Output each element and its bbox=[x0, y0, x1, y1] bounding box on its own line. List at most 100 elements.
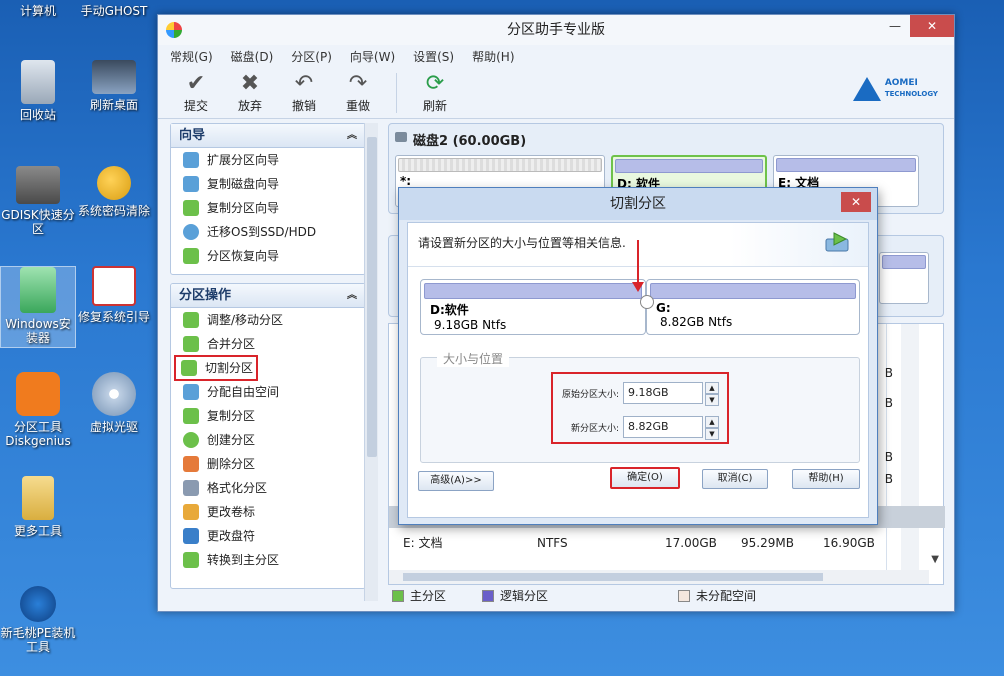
legend: 主分区 逻辑分区 未分配空间 bbox=[392, 587, 756, 604]
gdisk-icon bbox=[16, 166, 60, 204]
ok-button[interactable]: 确定(O) bbox=[610, 467, 680, 489]
menu-settings[interactable]: 设置(S) bbox=[413, 48, 454, 65]
sidebar-item-migrate-os[interactable]: 迁移OS到SSD/HDD bbox=[171, 220, 365, 244]
operations-section: 分区操作 ︽ 调整/移动分区 合并分区 切割分区 分配自由空间 复制分区 创建分… bbox=[170, 283, 366, 589]
original-size-input[interactable]: 9.18GB bbox=[623, 382, 703, 404]
letter-icon bbox=[183, 528, 199, 544]
desktop-icon-ghost[interactable]: 手动GHOST bbox=[76, 4, 152, 18]
partition-other[interactable] bbox=[879, 252, 929, 304]
table-hscrollbar[interactable] bbox=[389, 570, 929, 584]
split-partition-icon bbox=[825, 232, 849, 252]
operations-section-header[interactable]: 分区操作 ︽ bbox=[171, 284, 365, 308]
minimize-button[interactable]: — bbox=[880, 15, 910, 37]
scroll-down-icon[interactable]: ▼ bbox=[931, 554, 939, 565]
desktop-icon-gdisk[interactable]: GDISK快速分区 bbox=[0, 166, 76, 236]
undo-button[interactable]: ↶ 撤销 bbox=[280, 71, 328, 114]
sidebar-item-allocate[interactable]: 分配自由空间 bbox=[171, 380, 365, 404]
key-icon bbox=[97, 166, 131, 200]
desktop-icon-computer[interactable]: 计算机 bbox=[0, 4, 76, 18]
sidebar-item-merge[interactable]: 合并分区 bbox=[171, 332, 365, 356]
sidebar-item-convert-primary[interactable]: 转换到主分区 bbox=[171, 548, 365, 572]
menu-wizard[interactable]: 向导(W) bbox=[350, 48, 395, 65]
desktop-icon-windows-installer[interactable]: Windows安装器 bbox=[0, 266, 76, 348]
advanced-button[interactable]: 高级(A)>> bbox=[418, 471, 494, 491]
sidebar-item-copy-partition-wizard[interactable]: 复制分区向导 bbox=[171, 196, 365, 220]
table-row[interactable]: E: 文档 NTFS 17.00GB 95.29MB 16.90GB bbox=[389, 530, 929, 556]
redo-button[interactable]: ↷ 重做 bbox=[334, 71, 382, 114]
help-button[interactable]: 帮助(H) bbox=[792, 469, 860, 489]
desktop-icon-recycle-bin[interactable]: 回收站 bbox=[0, 60, 76, 122]
desktop-icon-more-tools[interactable]: 更多工具 bbox=[0, 476, 76, 538]
sidebar-item-change-label[interactable]: 更改卷标 bbox=[171, 500, 365, 524]
desktop-icon-boot-repair[interactable]: 修复系统引导 bbox=[76, 266, 152, 324]
sidebar-item-copy-disk-wizard[interactable]: 复制磁盘向导 bbox=[171, 172, 365, 196]
cell-clip: B bbox=[884, 472, 893, 486]
spin-up-icon[interactable]: ▲ bbox=[705, 382, 719, 394]
legend-logical: 逻辑分区 bbox=[482, 587, 548, 604]
sidebar-item-label: 分区恢复向导 bbox=[207, 249, 280, 263]
sidebar-item-resize[interactable]: 调整/移动分区 bbox=[171, 308, 365, 332]
sidebar-item-format[interactable]: 格式化分区 bbox=[171, 476, 365, 500]
desktop-icon-diskgenius[interactable]: 分区工具Diskgenius bbox=[0, 372, 76, 448]
desktop-icon-password-clear[interactable]: 系统密码清除 bbox=[76, 166, 152, 218]
scrollbar-thumb[interactable] bbox=[403, 573, 823, 581]
sidebar-item-recovery-wizard[interactable]: 分区恢复向导 bbox=[171, 244, 365, 268]
sidebar-item-create[interactable]: 创建分区 bbox=[171, 428, 365, 452]
menu-help[interactable]: 帮助(H) bbox=[472, 48, 514, 65]
menu-partition[interactable]: 分区(P) bbox=[291, 48, 332, 65]
split-drag-handle[interactable] bbox=[640, 295, 654, 309]
redo-icon: ↷ bbox=[348, 71, 368, 96]
sidebar-item-label: 删除分区 bbox=[207, 457, 256, 471]
left-partition-size: 9.18GB Ntfs bbox=[434, 318, 507, 332]
desktop-icon-label: 回收站 bbox=[19, 108, 56, 122]
wizard-section-header[interactable]: 向导 ︽ bbox=[171, 124, 365, 148]
sidebar-scrollbar[interactable] bbox=[364, 123, 378, 601]
commit-button[interactable]: ✔ 提交 bbox=[172, 71, 220, 114]
dialog-title: 切割分区 bbox=[610, 196, 666, 212]
sidebar-item-delete[interactable]: 删除分区 bbox=[171, 452, 365, 476]
collapse-icon[interactable]: ︽ bbox=[347, 284, 357, 308]
legend-primary: 主分区 bbox=[392, 587, 446, 604]
new-size-label: 新分区大小: bbox=[570, 423, 619, 434]
pe-installer-icon bbox=[20, 586, 56, 622]
operations-section-title: 分区操作 bbox=[179, 288, 232, 303]
close-button[interactable]: ✕ bbox=[910, 15, 954, 37]
toolbar: ✔ 提交 ✖ 放弃 ↶ 撤销 ↷ 重做 ⟳ 刷新 AOMEI TECHNOLOG… bbox=[158, 67, 954, 119]
spin-down-icon[interactable]: ▼ bbox=[705, 428, 719, 440]
cd-icon bbox=[92, 372, 136, 416]
cell-clip: B bbox=[884, 396, 893, 410]
size-position-group: 大小与位置 原始分区大小: 9.18GB ▲ ▼ 新分区大小: 8.82GB ▲… bbox=[420, 350, 860, 463]
window-titlebar: 分区助手专业版 — ✕ bbox=[158, 15, 954, 45]
spin-down-icon[interactable]: ▼ bbox=[705, 394, 719, 406]
undo-icon: ↶ bbox=[294, 71, 314, 96]
cell-fs: NTFS bbox=[537, 536, 568, 550]
sidebar-item-split[interactable]: 切割分区 bbox=[174, 355, 258, 381]
group-title: 大小与位置 bbox=[437, 350, 510, 367]
desktop-icon-label: 手动GHOST bbox=[80, 4, 148, 18]
discard-button[interactable]: ✖ 放弃 bbox=[226, 71, 274, 114]
spin-up-icon[interactable]: ▲ bbox=[705, 416, 719, 428]
desktop-icon-pe-installer[interactable]: 新毛桃PE装机工具 bbox=[0, 586, 76, 654]
menu-general[interactable]: 常规(G) bbox=[170, 48, 213, 65]
desktop-icon-label: 修复系统引导 bbox=[77, 310, 150, 324]
desktop-icon-label: 刷新桌面 bbox=[89, 98, 138, 112]
original-size-label: 原始分区大小: bbox=[561, 389, 619, 400]
new-size-stepper[interactable]: ▲ ▼ bbox=[705, 416, 719, 440]
desktop-icon-refresh-desktop[interactable]: 刷新桌面 bbox=[76, 60, 152, 112]
collapse-icon[interactable]: ︽ bbox=[347, 124, 357, 148]
cancel-button[interactable]: 取消(C) bbox=[702, 469, 768, 489]
sidebar-item-extend-wizard[interactable]: 扩展分区向导 bbox=[171, 148, 365, 172]
desktop-icon-virtual-drive[interactable]: 虚拟光驱 bbox=[76, 372, 152, 434]
split-left-partition: D:软件 9.18GB Ntfs bbox=[420, 279, 646, 335]
sidebar-item-label: 格式化分区 bbox=[207, 481, 268, 495]
refresh-button[interactable]: ⟳ 刷新 bbox=[411, 71, 459, 114]
legend-label: 逻辑分区 bbox=[500, 589, 549, 603]
sidebar-item-change-letter[interactable]: 更改盘符 bbox=[171, 524, 365, 548]
sidebar-item-copy[interactable]: 复制分区 bbox=[171, 404, 365, 428]
scrollbar-thumb[interactable] bbox=[367, 137, 377, 457]
dialog-close-button[interactable]: ✕ bbox=[841, 192, 871, 212]
new-size-input[interactable]: 8.82GB bbox=[623, 416, 703, 438]
menu-disk[interactable]: 磁盘(D) bbox=[231, 48, 274, 65]
partition-label: *: bbox=[400, 174, 412, 188]
original-size-stepper[interactable]: ▲ ▼ bbox=[705, 382, 719, 406]
